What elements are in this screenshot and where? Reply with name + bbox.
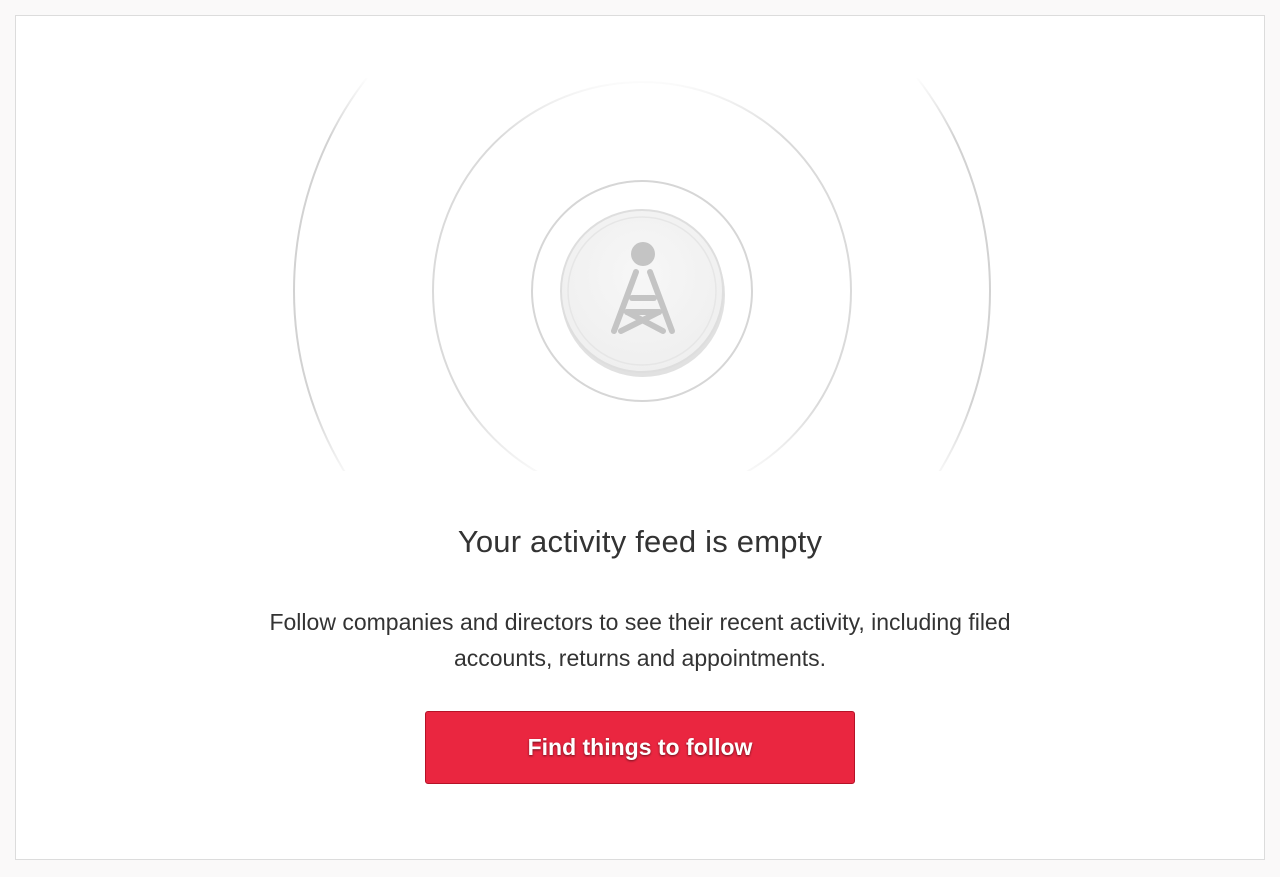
- empty-state-description: Follow companies and directors to see th…: [269, 609, 1011, 671]
- empty-state-illustration: [16, 16, 1264, 496]
- empty-state-title: Your activity feed is empty: [457, 524, 823, 559]
- activity-feed-panel: Your activity feed is empty Follow compa…: [15, 15, 1265, 860]
- radar-rings-graphic: [16, 16, 1264, 496]
- find-things-to-follow-button[interactable]: Find things to follow: [425, 711, 855, 784]
